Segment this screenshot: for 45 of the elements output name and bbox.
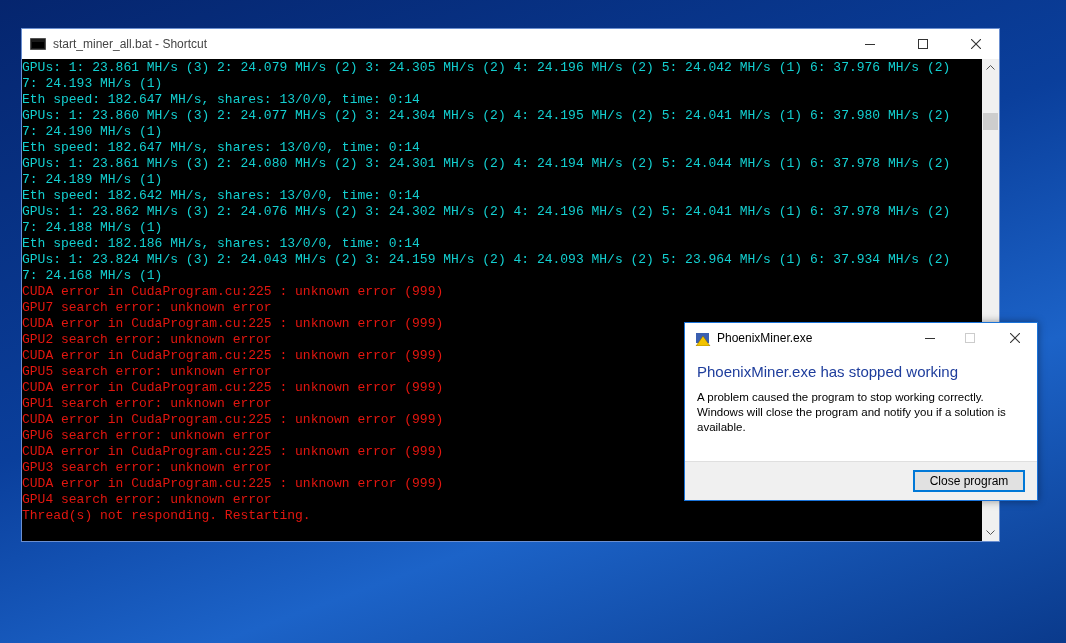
console-line: GPU4 search error: unknown error xyxy=(22,492,272,508)
scroll-down-icon[interactable] xyxy=(986,530,995,535)
console-line: 7: 24.168 MH/s (1) xyxy=(22,268,163,284)
close-program-button[interactable]: Close program xyxy=(913,470,1025,492)
console-line: GPUs: 1: 23.862 MH/s (3) 2: 24.076 MH/s (2) 3: 24.302 MH/s (2) 4: 24.196 MH/s (2) 5: 24.041 MH/s (1) 6: 37.978 MH/s (2) xyxy=(22,204,951,220)
console-line: GPUs: 1: 23.861 MH/s (3) 2: 24.080 MH/s (2) 3: 24.301 MH/s (2) 4: 24.194 MH/s (2) 5: 24.044 MH/s (1) 6: 37.978 MH/s (2) xyxy=(22,156,951,172)
console-line: CUDA error in CudaProgram.cu:225 : unknown error (999) xyxy=(22,316,444,332)
maximize-icon xyxy=(918,39,928,49)
console-line: 7: 24.193 MH/s (1) xyxy=(22,76,163,92)
console-line: Eth speed: 182.647 MH/s, shares: 13/0/0, time: 0:14 xyxy=(22,92,420,108)
console-line: GPU3 search error: unknown error xyxy=(22,460,272,476)
console-line: Eth speed: 182.647 MH/s, shares: 13/0/0, time: 0:14 xyxy=(22,140,420,156)
console-line: GPU6 search error: unknown error xyxy=(22,428,272,444)
console-line: CUDA error in CudaProgram.cu:225 : unknown error (999) xyxy=(22,476,444,492)
console-line: GPUs: 1: 23.860 MH/s (3) 2: 24.077 MH/s (2) 3: 24.304 MH/s (2) 4: 24.195 MH/s (2) 5: 24.041 MH/s (1) 6: 37.980 MH/s (2) xyxy=(22,108,951,124)
console-line: Eth speed: 182.186 MH/s, shares: 13/0/0, time: 0:14 xyxy=(22,236,420,252)
console-line: 7: 24.189 MH/s (1) xyxy=(22,172,163,188)
minimize-icon xyxy=(925,337,935,339)
dialog-heading: PhoenixMiner.exe has stopped working xyxy=(697,363,959,380)
console-line: GPU7 search error: unknown error xyxy=(22,300,272,316)
window-title: start_miner_all.bat - Shortcut xyxy=(53,37,209,51)
minimize-icon xyxy=(865,43,875,45)
close-icon xyxy=(971,39,981,49)
maximize-icon xyxy=(965,333,975,343)
console-line: GPU5 search error: unknown error xyxy=(22,364,272,380)
console-icon xyxy=(30,38,46,50)
console-line: 7: 24.190 MH/s (1) xyxy=(22,124,163,140)
dialog-message: A problem caused the program to stop working correctly. Windows will close the program and notify you if a solution is available. xyxy=(697,390,1007,435)
console-line: 7: 24.188 MH/s (1) xyxy=(22,220,163,236)
console-line: GPU2 search error: unknown error xyxy=(22,332,272,348)
console-line: Thread(s) not responding. Restarting. xyxy=(22,508,311,524)
console-line: CUDA error in CudaProgram.cu:225 : unknown error (999) xyxy=(22,380,444,396)
console-line: CUDA error in CudaProgram.cu:225 : unknown error (999) xyxy=(22,348,444,364)
console-line: GPUs: 1: 23.824 MH/s (3) 2: 24.043 MH/s (2) 3: 24.159 MH/s (2) 4: 24.093 MH/s (2) 5: 23.964 MH/s (1) 6: 37.934 MH/s (2) xyxy=(22,252,951,268)
program-warning-icon xyxy=(695,330,711,346)
close-icon xyxy=(1010,333,1020,343)
scroll-up-icon[interactable] xyxy=(986,65,995,70)
console-line: CUDA error in CudaProgram.cu:225 : unknown error (999) xyxy=(22,444,444,460)
console-line: GPUs: 1: 23.861 MH/s (3) 2: 24.079 MH/s (2) 3: 24.305 MH/s (2) 4: 24.196 MH/s (2) 5: 24.042 MH/s (1) 6: 37.976 MH/s (2) xyxy=(22,60,951,76)
console-line: GPU1 search error: unknown error xyxy=(22,396,272,412)
console-line: Eth speed: 182.642 MH/s, shares: 13/0/0, time: 0:14 xyxy=(22,188,420,204)
scroll-thumb[interactable] xyxy=(983,113,998,130)
console-line: CUDA error in CudaProgram.cu:225 : unknown error (999) xyxy=(22,284,444,300)
dialog-title: PhoenixMiner.exe xyxy=(717,331,814,345)
console-line: CUDA error in CudaProgram.cu:225 : unknown error (999) xyxy=(22,412,444,428)
